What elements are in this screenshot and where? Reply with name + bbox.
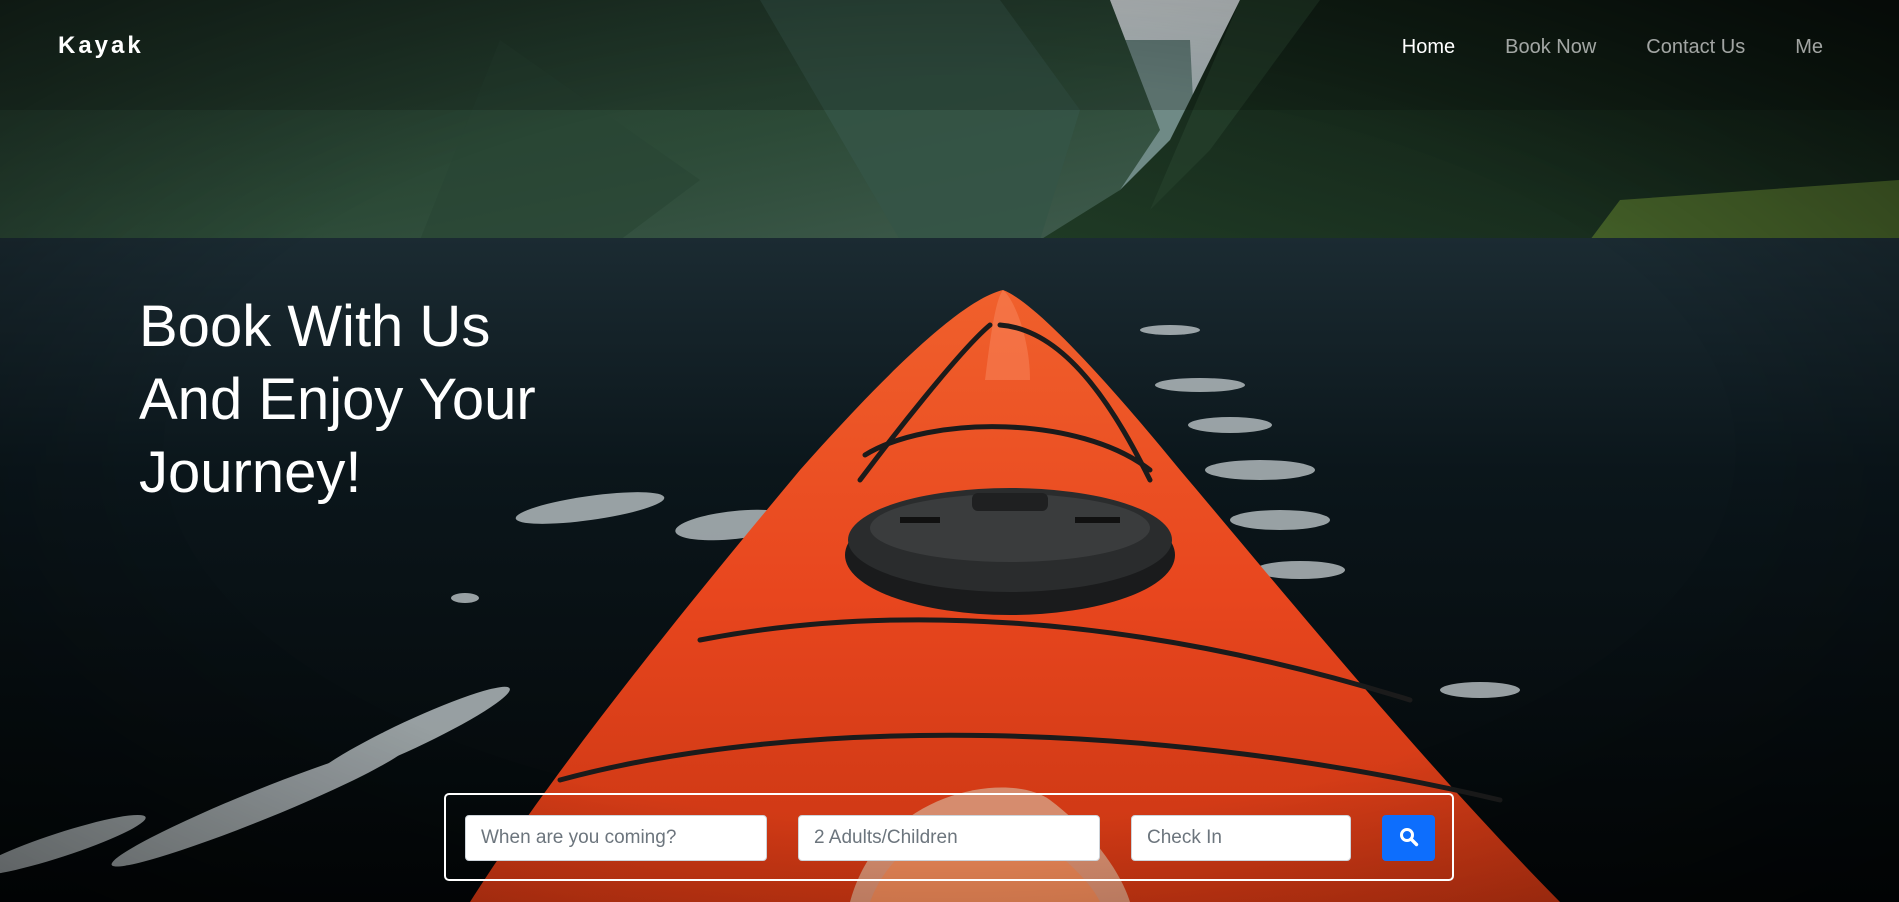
search-icon [1399, 827, 1419, 850]
nav-link-book-now[interactable]: Book Now [1505, 36, 1596, 59]
guests-input[interactable] [798, 815, 1100, 861]
nav-links: Home Book Now Contact Us Me [1352, 36, 1823, 59]
search-button[interactable] [1382, 815, 1435, 861]
headline-line-3: Journey! [139, 440, 362, 505]
arrival-date-input[interactable] [465, 815, 767, 861]
booking-form [444, 793, 1454, 881]
brand-logo[interactable]: Kayak [58, 32, 144, 60]
headline-line-1: Book With Us [139, 294, 491, 359]
nav-link-home[interactable]: Home [1402, 36, 1455, 59]
check-in-input[interactable] [1131, 815, 1351, 861]
headline-line-2: And Enjoy Your [139, 367, 536, 432]
nav-link-me[interactable]: Me [1795, 36, 1823, 59]
hero-section: Kayak Home Book Now Contact Us Me Book W… [0, 0, 1899, 902]
nav-link-contact-us[interactable]: Contact Us [1646, 36, 1745, 59]
top-navbar: Kayak Home Book Now Contact Us Me [0, 0, 1899, 96]
hero-headline: Book With Us And Enjoy Your Journey! [139, 290, 659, 509]
